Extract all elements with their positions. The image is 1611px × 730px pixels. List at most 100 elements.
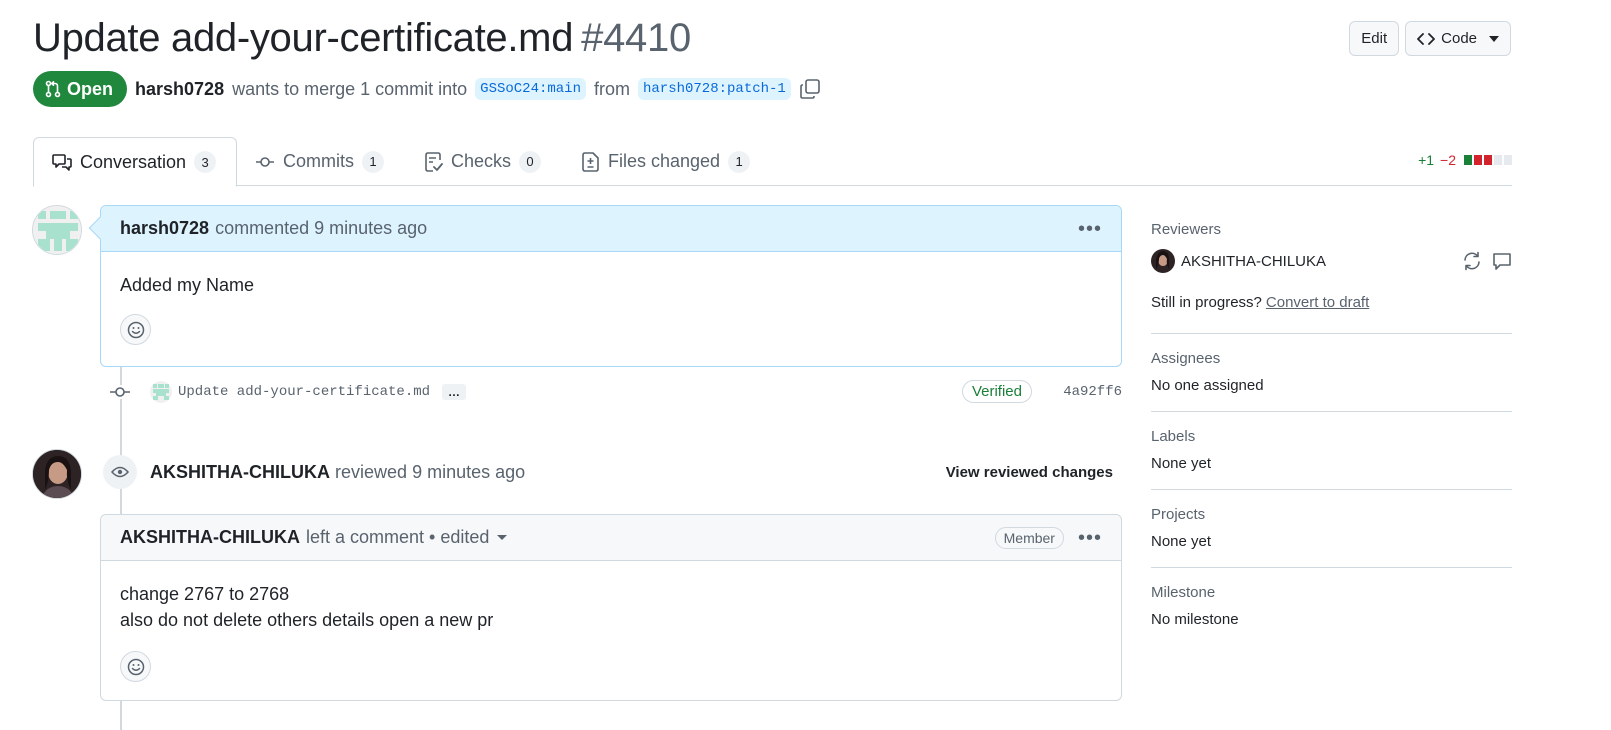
identicon-avatar[interactable] [150, 381, 172, 403]
file-diff-icon [582, 151, 599, 172]
sidebar-projects: Projects None yet [1151, 506, 1512, 568]
kebab-horizontal-icon[interactable]: ••• [1078, 219, 1102, 239]
base-branch[interactable]: GSSoC24:main [475, 78, 586, 100]
comment-header: harsh0728 commented 9 minutes ago ••• [101, 206, 1121, 252]
tab-conversation[interactable]: Conversation 3 [33, 137, 238, 187]
tab-files-count: 1 [728, 150, 751, 173]
code-icon [1417, 32, 1436, 45]
comment-time[interactable]: 9 minutes ago [314, 218, 427, 239]
tab-checks-count: 0 [519, 150, 542, 173]
code-button-label: Code [1441, 30, 1477, 47]
edit-button-label: Edit [1361, 30, 1388, 47]
diffstat-blocks [1464, 155, 1512, 165]
identicon-avatar [33, 206, 81, 254]
review-author[interactable]: AKSHITHA-CHILUKA [150, 462, 330, 483]
sidebar-projects-title[interactable]: Projects [1151, 506, 1512, 523]
avatar[interactable] [32, 449, 82, 499]
diffstat-block-add [1464, 155, 1472, 165]
add-reaction-button[interactable] [120, 314, 151, 345]
sidebar-milestone-value: No milestone [1151, 611, 1239, 628]
sidebar-projects-value: None yet [1151, 533, 1212, 550]
tab-conversation-count: 3 [194, 151, 217, 173]
commit-row: Update add-your-certificate.md … Verifie… [108, 377, 1122, 407]
tab-files-changed[interactable]: Files changed 1 [582, 137, 751, 186]
merge-summary: wants to merge 1 commit into [232, 78, 468, 99]
commit-sha-link[interactable]: 4a92ff6 [1063, 384, 1122, 400]
copy-icon[interactable] [799, 78, 821, 100]
add-reaction-button[interactable] [120, 651, 151, 682]
tab-conversation-label: Conversation [80, 151, 187, 172]
reviewer-item: AKSHITHA-CHILUKA [1151, 248, 1512, 274]
chevron-down-icon [1489, 35, 1499, 42]
tab-files-label: Files changed [608, 151, 721, 171]
avatar[interactable] [32, 205, 82, 255]
pr-title-text: Update add-your-certificate.md [33, 16, 574, 60]
reviewer-name[interactable]: AKSHITHA-CHILUKA [1181, 253, 1326, 270]
chevron-down-icon[interactable] [497, 535, 508, 540]
sidebar-labels-title[interactable]: Labels [1151, 428, 1512, 445]
additions-count: +1 [1418, 152, 1435, 168]
diffstat-block-neutral [1504, 155, 1512, 165]
review-comment-action[interactable]: left a comment • edited [306, 527, 489, 548]
sidebar-reviewers-title[interactable]: Reviewers [1151, 221, 1512, 238]
tab-checks[interactable]: Checks 0 [425, 137, 542, 186]
convert-to-draft-link[interactable]: Convert to draft [1266, 294, 1369, 311]
git-commit-icon [256, 156, 274, 167]
view-reviewed-changes-link[interactable]: View reviewed changes [946, 464, 1113, 481]
sidebar-assignees-value: No one assigned [1151, 377, 1264, 394]
comment-author[interactable]: harsh0728 [120, 218, 209, 239]
checklist-icon [425, 151, 443, 172]
review-event: AKSHITHA-CHILUKA reviewed 9 minutes ago … [103, 452, 1113, 492]
sidebar-labels: Labels None yet [1151, 428, 1512, 490]
avatar[interactable] [1151, 249, 1175, 273]
review-action: reviewed [335, 461, 408, 482]
eye-icon [103, 455, 137, 489]
sync-icon[interactable] [1462, 251, 1482, 271]
tab-commits-label: Commits [283, 151, 354, 171]
comment-action: commented [215, 218, 310, 238]
diffstat: +1 −2 [1418, 152, 1512, 168]
comment-icon[interactable] [1492, 251, 1512, 271]
pr-sidebar: Reviewers AKSHITHA-CHILUKA Still in prog… [1151, 221, 1512, 661]
author-link[interactable]: harsh0728 [135, 79, 224, 100]
code-button[interactable]: Code [1405, 21, 1511, 56]
from-text: from [594, 78, 630, 99]
sidebar-reviewers: Reviewers AKSHITHA-CHILUKA Still in prog… [1151, 221, 1512, 334]
kebab-horizontal-icon[interactable]: ••• [1078, 528, 1102, 548]
pr-tabs: Conversation 3 Commits 1 Checks 0 Files … [33, 137, 1512, 187]
review-comment-line: also do not delete others details open a… [120, 610, 494, 630]
review-comment-line: change 2767 to 2768 [120, 584, 290, 604]
commit-message-link[interactable]: Update add-your-certificate.md [178, 384, 430, 400]
head-branch[interactable]: harsh0728:patch-1 [638, 78, 791, 100]
comment-text: Added my Name [120, 275, 255, 295]
verified-badge[interactable]: Verified [961, 380, 1032, 403]
sidebar-assignees: Assignees No one assigned [1151, 350, 1512, 412]
review-comment-author[interactable]: AKSHITHA-CHILUKA [120, 527, 300, 548]
sidebar-milestone: Milestone No milestone [1151, 584, 1512, 645]
edit-button[interactable]: Edit [1349, 21, 1400, 56]
tab-checks-label: Checks [451, 151, 512, 171]
comment-box: harsh0728 commented 9 minutes ago ••• Ad… [88, 205, 1122, 367]
diffstat-block-neutral [1494, 155, 1502, 165]
review-comment-box: AKSHITHA-CHILUKA left a comment • edited… [100, 514, 1122, 701]
draft-text: Still in progress? [1151, 294, 1262, 311]
git-commit-icon [108, 385, 132, 399]
sidebar-assignees-title[interactable]: Assignees [1151, 350, 1512, 367]
comment-body: Added my Name [101, 252, 1121, 365]
diffstat-block-del [1484, 155, 1492, 165]
state-label: Open [67, 78, 114, 99]
state-badge: Open [33, 71, 128, 107]
commit-expand-button[interactable]: … [442, 384, 467, 400]
reviewer-actions [1462, 251, 1512, 271]
diffstat-block-del [1474, 155, 1482, 165]
sidebar-milestone-title[interactable]: Milestone [1151, 584, 1512, 601]
review-comment-body: change 2767 to 2768 also do not delete o… [101, 561, 1121, 702]
tab-commits[interactable]: Commits 1 [255, 137, 384, 186]
smiley-icon [127, 658, 144, 675]
review-comment-header: AKSHITHA-CHILUKA left a comment • edited… [101, 515, 1121, 561]
member-badge: Member [994, 526, 1064, 549]
tab-commits-count: 1 [362, 150, 384, 173]
pr-title: Update add-your-certificate.md #4410 [33, 16, 691, 61]
deletions-count: −2 [1440, 152, 1456, 168]
review-time[interactable]: 9 minutes ago [412, 462, 525, 483]
